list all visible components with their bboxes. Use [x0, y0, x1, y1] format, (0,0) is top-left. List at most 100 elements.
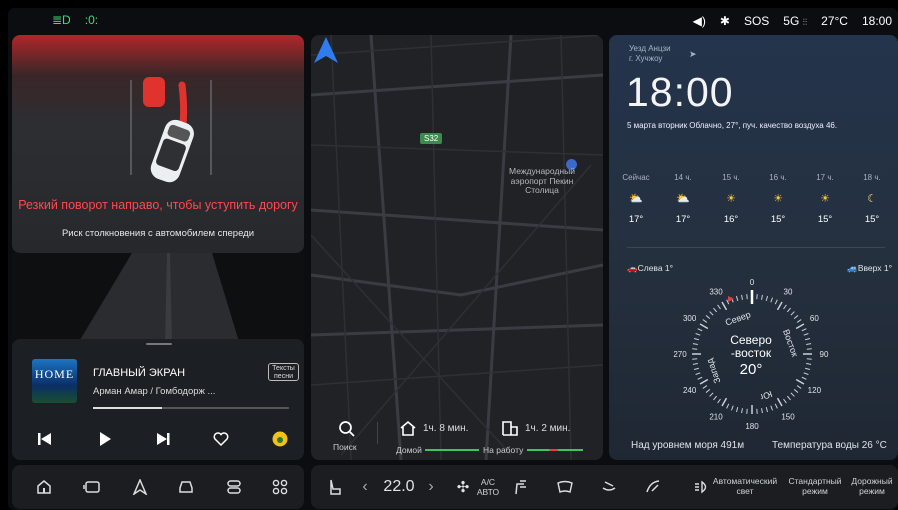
play-button[interactable]	[94, 429, 116, 449]
front-defrost-icon[interactable]	[555, 477, 575, 497]
hour-temp: 15°	[864, 214, 880, 225]
parking-light-icon: :0:	[84, 13, 99, 27]
drag-handle[interactable]	[146, 343, 172, 345]
weather-time: 18:00	[626, 69, 734, 115]
compass-tick	[790, 392, 795, 397]
hour-label: 16 ч.	[769, 173, 787, 182]
compass-tick	[697, 376, 703, 380]
app-dock	[12, 465, 304, 509]
favorite-heart-icon[interactable]	[210, 429, 232, 449]
search-button[interactable]: Поиск	[333, 420, 363, 456]
divider	[627, 247, 885, 248]
hour-temp: 17°	[628, 214, 644, 225]
screen-icon[interactable]	[82, 477, 102, 497]
apps-icon[interactable]	[270, 477, 290, 497]
compass-degree-label: 90	[820, 350, 829, 359]
hour-label: 14 ч.	[674, 173, 692, 182]
road-mode-button[interactable]: Дорожный режим	[847, 476, 897, 496]
volume-icon[interactable]: ◀)	[693, 14, 706, 28]
compass-tick	[801, 376, 807, 380]
compass-tick	[774, 403, 778, 409]
headlight-icon: ≣D	[52, 13, 71, 27]
compass-tick	[695, 333, 701, 336]
compass-degree-label: 30	[784, 288, 793, 297]
sos-button[interactable]: SOS	[744, 14, 769, 28]
altitude: Над уровнем моря 491м	[631, 440, 745, 451]
hour-label: 15 ч.	[722, 173, 740, 182]
compass-tick	[804, 337, 811, 341]
compass-tick	[801, 328, 807, 332]
compass-tick	[702, 385, 708, 389]
compass-tick	[795, 378, 805, 385]
compass-degree-label: 300	[683, 314, 697, 323]
album-art[interactable]: HOME	[32, 359, 77, 403]
work-route-button[interactable]: 1ч. 2 мин. На работу	[483, 418, 596, 456]
settings-icon[interactable]	[224, 477, 244, 497]
steering-heat-icon[interactable]	[643, 477, 663, 497]
compass-tick	[765, 295, 769, 302]
road-view	[12, 253, 304, 345]
collision-warning-card: Резкий поворот направо, чтобы уступить д…	[12, 35, 304, 253]
track-artist: Арман Амар / Гомбодорж ...	[93, 386, 216, 397]
seat-heat-icon[interactable]	[599, 477, 619, 497]
airflow-icon[interactable]	[511, 477, 531, 497]
hour-temp: 17°	[675, 214, 691, 225]
weather-widget[interactable]: Уезд Анцзи г. Хучжоу ➤ 18:00 5 марта вто…	[609, 35, 898, 460]
temperature-setting: 22.0	[383, 478, 415, 495]
compass-tick	[803, 372, 809, 375]
cloud-sun-icon: ⛅	[676, 193, 690, 205]
compass-degree-label: 330	[709, 288, 723, 297]
compass-degree-label: 180	[745, 422, 759, 431]
divider	[377, 422, 378, 444]
compass-tick	[705, 388, 711, 393]
compass-direction-label: Юг	[758, 389, 774, 403]
temp-decrease-button[interactable]: ‹	[355, 477, 375, 497]
compass-degree-label: 210	[709, 412, 723, 421]
pitch-tilt: 🚙Вверх 1°	[847, 263, 892, 273]
compass-tick	[761, 294, 763, 300]
bluetooth-icon[interactable]: ✱	[720, 14, 730, 28]
navigation-icon[interactable]	[130, 477, 150, 497]
moon-icon: ☾	[867, 193, 877, 205]
lyrics-button[interactable]: Тексты песни	[268, 363, 299, 381]
next-track-button[interactable]	[152, 429, 174, 449]
hour-temp: 15°	[770, 214, 786, 225]
auto-light-button[interactable]: Автоматический свет	[709, 476, 781, 496]
search-icon	[339, 421, 355, 437]
compass-tick	[741, 294, 743, 300]
road-badge: S32	[420, 133, 443, 144]
home-icon[interactable]	[34, 477, 54, 497]
home-route-time: 1ч. 8 мин.	[423, 423, 469, 434]
fan-icon[interactable]: ✣	[453, 477, 473, 497]
work-label: На работу	[483, 445, 524, 455]
home-route-button[interactable]: 1ч. 8 мин. Домой	[396, 418, 489, 456]
compass-tick	[695, 372, 701, 375]
previous-track-button[interactable]	[34, 429, 56, 449]
compass-tick	[783, 398, 787, 404]
water-temperature: Температура воды 26 °C	[772, 440, 887, 451]
compass-tick	[735, 406, 739, 413]
compass-degree-label: 120	[808, 386, 822, 395]
compass-tick	[741, 408, 743, 414]
temp-increase-button[interactable]: ›	[421, 477, 441, 497]
standard-mode-button[interactable]: Стандартный режим	[785, 476, 845, 496]
seat-icon[interactable]	[325, 477, 345, 497]
sun-icon: ☀	[726, 193, 736, 205]
car-turn-illustration	[143, 77, 194, 183]
compass-tick	[693, 337, 700, 341]
compass-tick	[713, 307, 718, 313]
compass-tick	[692, 363, 698, 365]
airport-label: Международный аэропорт Пекин Столица	[509, 166, 575, 195]
compass-tick	[803, 333, 809, 336]
navigation-map[interactable]: S32 Международный аэропорт Пекин Столица…	[311, 35, 603, 460]
compass-tick	[793, 388, 799, 393]
ac-auto-button[interactable]: A/C АВТО	[471, 477, 505, 497]
compass-tick	[699, 323, 709, 330]
music-app-icon[interactable]	[269, 429, 291, 449]
progress-bar[interactable]	[93, 407, 289, 409]
compass-tick	[786, 395, 791, 401]
status-bar: ≣D :0: ◀) ✱ SOS 5G ⫶⫶ 27°C 18:00	[8, 8, 898, 34]
car-icon[interactable]	[176, 477, 196, 497]
compass-tick	[705, 315, 711, 320]
compass-tick	[702, 319, 708, 323]
